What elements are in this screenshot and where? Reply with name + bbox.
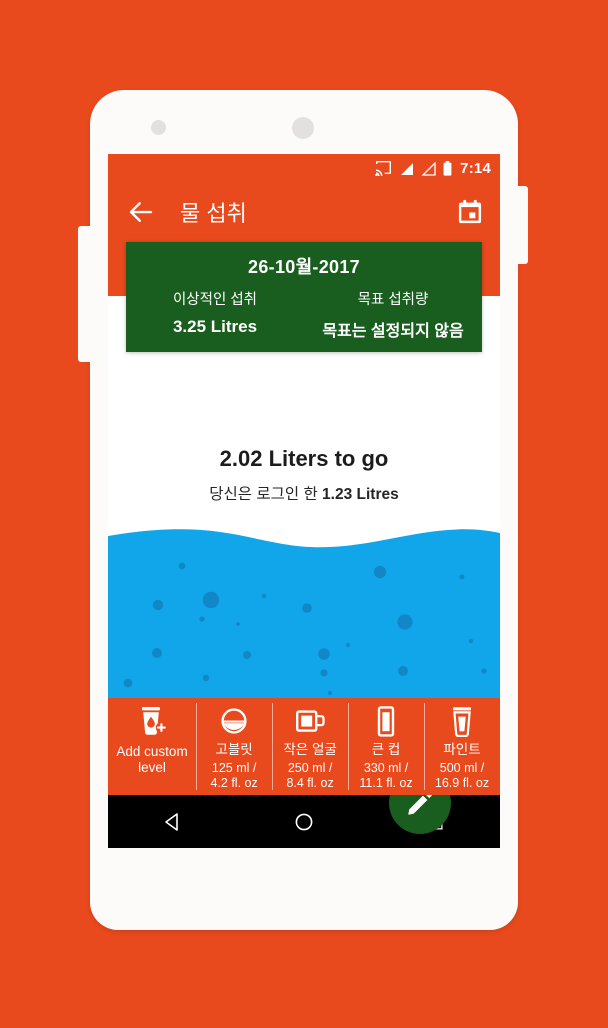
drink-option-pint-volume: 500 ml / 16.9 fl. oz (435, 761, 489, 792)
goblet-volume-line2: 4.2 fl. oz (210, 775, 258, 790)
drink-option-tall-glass-volume: 330 ml / 11.1 fl. oz (359, 761, 412, 792)
goal-intake-column: 목표 섭취량 목표는 설정되지 않음 (304, 288, 482, 341)
custom-cup-plus-icon (137, 705, 168, 737)
mug-volume-line2: 8.4 fl. oz (286, 775, 334, 790)
page-title: 물 섭취 (180, 201, 247, 226)
drink-option-pint[interactable]: 파인트 500 ml / 16.9 fl. oz (424, 698, 500, 795)
ideal-intake-label: 이상적인 섭취 (172, 292, 258, 308)
summary-card: 26-10월-2017 이상적인 섭취 3.25 Litres 목표 섭취량 목… (126, 242, 482, 352)
goal-intake-value: 목표는 설정되지 않음 (322, 323, 464, 340)
ideal-intake-value: 3.25 Litres (172, 317, 258, 336)
status-bar-clock: 7:14 (460, 160, 491, 177)
drink-option-custom[interactable]: Add custom level (108, 698, 196, 795)
drink-options-bar: Add custom level 고블릿 125 ml / 4.2 fl. oz (108, 698, 500, 795)
screenshot-root: 7:14 물 섭취 26-10월-2017 이상적인 섭취 3.25 Litre… (0, 0, 608, 1028)
drink-option-pint-label: 파인트 (443, 742, 481, 757)
drink-option-mug[interactable]: 작은 얼굴 250 ml / 8.4 fl. oz (272, 698, 348, 795)
battery-icon (443, 161, 452, 176)
phone-side-button-right[interactable] (514, 186, 528, 264)
mug-volume-line1: 250 ml / (287, 760, 333, 775)
custom-label-line1: Add custom (116, 744, 188, 759)
ideal-intake-column: 이상적인 섭취 3.25 Litres (126, 288, 304, 341)
earpiece-speaker (292, 117, 314, 139)
signal-outline-icon (421, 161, 436, 176)
nav-back-icon[interactable] (158, 807, 188, 837)
drink-option-custom-label: Add custom level (116, 744, 187, 775)
goblet-icon (219, 705, 249, 737)
drink-option-goblet-volume: 125 ml / 4.2 fl. oz (210, 761, 257, 792)
pint-volume-line1: 500 ml / (439, 760, 485, 775)
app-bar: 물 섭취 (108, 183, 500, 241)
drink-option-mug-label: 작은 얼굴 (283, 742, 337, 757)
back-arrow-icon[interactable] (126, 197, 156, 227)
goal-intake-label: 목표 섭취량 (357, 292, 429, 308)
goblet-volume-line1: 125 ml / (211, 760, 257, 775)
mug-icon (295, 705, 326, 737)
pint-volume-line2: 16.9 fl. oz (434, 775, 490, 790)
summary-row: 이상적인 섭취 3.25 Litres 목표 섭취량 목표는 설정되지 않음 (126, 288, 482, 341)
drink-option-tall-glass[interactable]: 큰 컵 330 ml / 11.1 fl. oz (348, 698, 424, 795)
nav-home-icon[interactable] (289, 807, 319, 837)
status-bar-icons (375, 161, 452, 176)
pint-cup-icon (450, 705, 474, 737)
cast-icon (375, 161, 392, 176)
custom-label-line2: level (138, 759, 166, 775)
drink-option-goblet[interactable]: 고블릿 125 ml / 4.2 fl. oz (196, 698, 272, 795)
calendar-icon[interactable] (456, 198, 484, 226)
logged-value: 1.23 Litres (322, 486, 399, 503)
status-bar: 7:14 (108, 154, 500, 183)
phone-screen: 7:14 물 섭취 26-10월-2017 이상적인 섭취 3.25 Litre… (108, 154, 500, 848)
liters-to-go-text: 2.02 Liters to go (219, 446, 389, 471)
tall-glass-icon (375, 705, 397, 737)
front-camera (151, 120, 166, 135)
drink-option-tall-glass-label: 큰 컵 (371, 742, 401, 757)
phone-side-button-left[interactable] (78, 226, 94, 362)
logged-prefix: 당신은 로그인 한 (209, 486, 323, 503)
drink-option-goblet-label: 고블릿 (215, 742, 253, 757)
summary-date: 26-10월-2017 (248, 257, 360, 277)
signal-icon (401, 162, 414, 175)
tall-glass-volume-line1: 330 ml / (363, 760, 409, 775)
tall-glass-volume-line2: 11.1 fl. oz (359, 775, 413, 790)
drink-option-mug-volume: 250 ml / 8.4 fl. oz (286, 761, 333, 792)
logged-amount-text: 당신은 로그인 한 1.23 Litres (108, 482, 500, 504)
